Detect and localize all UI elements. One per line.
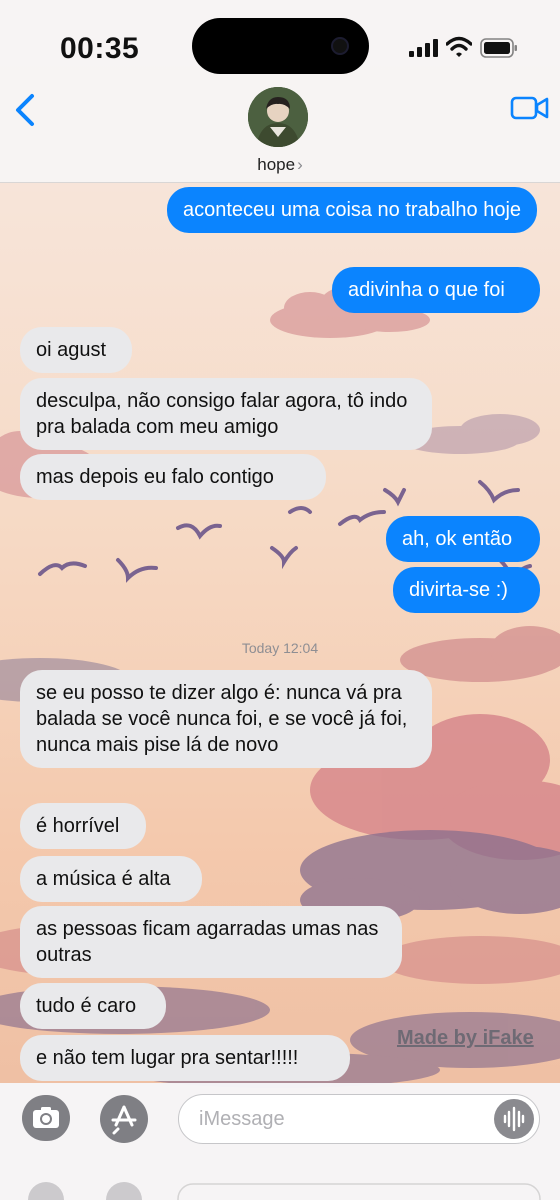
message-text: a música é alta xyxy=(36,868,171,890)
message-bubble-sent[interactable]: aconteceu uma coisa no trabalho hoje xyxy=(167,187,537,233)
audio-waveform-icon xyxy=(503,1106,525,1132)
message-text: divirta-se :) xyxy=(409,579,508,601)
watermark-label: Made by iFake xyxy=(397,1027,534,1049)
message-text: tudo é caro xyxy=(36,995,137,1017)
message-bubble-received[interactable]: se eu posso te dizer algo é: nunca vá pr… xyxy=(20,670,432,768)
message-bubble-sent[interactable]: adivinha o que foi xyxy=(332,267,540,313)
front-camera xyxy=(331,37,349,55)
video-call-icon[interactable] xyxy=(510,94,550,122)
message-bubble-received[interactable]: desculpa, não consigo falar agora, tô in… xyxy=(20,378,432,450)
avatar-image xyxy=(248,87,308,147)
message-text: é horrível xyxy=(36,815,120,837)
message-text: mas depois eu falo contigo xyxy=(36,466,274,488)
timestamp-day: Today xyxy=(241,640,280,656)
message-text: adivinha o que foi xyxy=(348,279,505,301)
apps-button[interactable] xyxy=(100,1095,148,1143)
message-text: se eu posso te dizer algo é: nunca vá pr… xyxy=(36,682,408,756)
chevron-right-icon: › xyxy=(297,155,303,174)
back-chevron-icon[interactable] xyxy=(8,90,44,130)
message-bubble-received[interactable]: e não tem lugar pra sentar!!!!! xyxy=(20,1035,350,1081)
message-bubble-received[interactable]: tudo é caro xyxy=(20,983,166,1029)
compose-bar-reflection-art xyxy=(28,1182,541,1200)
message-bubble-received[interactable]: as pessoas ficam agarradas umas nas outr… xyxy=(20,906,402,978)
message-text: e não tem lugar pra sentar!!!!! xyxy=(36,1047,299,1069)
audio-message-button[interactable] xyxy=(494,1099,534,1139)
status-bar: 00:35 xyxy=(0,0,560,90)
camera-button[interactable] xyxy=(22,1095,70,1141)
message-text: as pessoas ficam agarradas umas nas outr… xyxy=(36,918,379,966)
compose-bar: iMessage xyxy=(0,1083,560,1200)
app-store-icon xyxy=(111,1105,137,1135)
message-bubble-received[interactable]: é horrível xyxy=(20,803,146,849)
message-input-placeholder: iMessage xyxy=(199,1108,285,1130)
camera-icon xyxy=(33,1107,59,1128)
contact-avatar[interactable] xyxy=(248,87,308,147)
message-bubble-received[interactable]: a música é alta xyxy=(20,856,202,902)
compose-bar-reflection xyxy=(0,1178,560,1200)
message-text: oi agust xyxy=(36,339,107,361)
timestamp-time: 12:04 xyxy=(283,640,319,656)
wifi-icon xyxy=(446,36,472,57)
contact-name[interactable]: hope › xyxy=(0,155,560,175)
cellular-signal-icon xyxy=(409,39,438,57)
message-text: aconteceu uma coisa no trabalho hoje xyxy=(183,199,522,221)
message-bubble-received[interactable]: mas depois eu falo contigo xyxy=(20,454,326,500)
message-text: ah, ok então xyxy=(402,528,513,550)
battery-icon xyxy=(480,38,517,58)
message-bubble-received[interactable]: oi agust xyxy=(20,327,132,373)
message-bubble-sent[interactable]: divirta-se :) xyxy=(393,567,540,613)
message-text: desculpa, não consigo falar agora, tô in… xyxy=(36,390,408,438)
message-timestamp: Today 12:04 xyxy=(0,640,560,656)
message-list: aconteceu uma coisa no trabalho hoje adi… xyxy=(0,183,560,1083)
dynamic-island xyxy=(192,18,369,74)
contact-name-label: hope xyxy=(257,155,296,174)
message-bubble-sent[interactable]: ah, ok então xyxy=(386,516,540,562)
message-input[interactable]: iMessage xyxy=(178,1094,540,1144)
status-time: 00:35 xyxy=(60,32,140,65)
